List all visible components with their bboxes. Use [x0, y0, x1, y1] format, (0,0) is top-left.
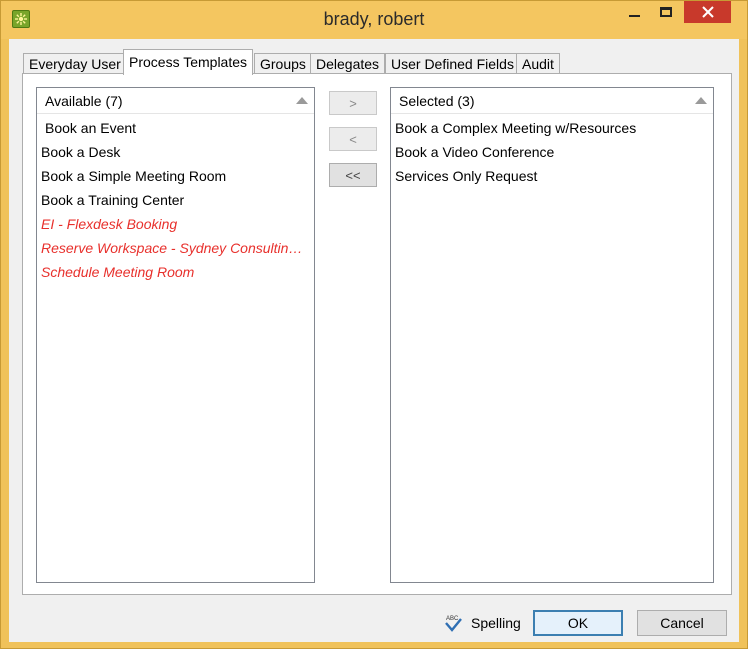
maximize-icon — [660, 7, 672, 17]
selected-header-label: Selected (3) — [399, 93, 475, 109]
tab-user-defined-fields[interactable]: User Defined Fields — [385, 53, 520, 74]
selected-item-book-a-video-conference[interactable]: Book a Video Conference — [395, 143, 709, 167]
available-header-label: Available (7) — [45, 93, 123, 109]
close-icon — [701, 6, 714, 18]
spelling-label: Spelling — [471, 615, 521, 631]
available-item-book-an-event[interactable]: Book an Event — [41, 119, 310, 143]
selected-list[interactable]: Selected (3) Book a Complex Meeting w/Re… — [390, 87, 714, 583]
selected-list-header[interactable]: Selected (3) — [391, 88, 713, 114]
dialog-client-area: Everyday User Process Templates Groups D… — [9, 39, 739, 642]
spelling-button[interactable]: ABC Spelling — [443, 611, 521, 635]
close-button[interactable] — [684, 1, 731, 23]
dialog-window: brady, robert Everyday User Process Temp… — [0, 0, 748, 649]
available-item-book-a-training-center[interactable]: Book a Training Center — [41, 191, 310, 215]
add-selected-button[interactable]: > — [329, 91, 377, 115]
available-list-header[interactable]: Available (7) — [37, 88, 314, 114]
available-item-ei-flexdesk-booking[interactable]: EI - Flexdesk Booking — [41, 215, 310, 239]
available-item-book-a-desk[interactable]: Book a Desk — [41, 143, 310, 167]
tab-everyday-user[interactable]: Everyday User — [23, 53, 127, 74]
spell-check-icon: ABC — [445, 616, 462, 632]
remove-selected-button[interactable]: < — [329, 127, 377, 151]
selected-item-services-only-request[interactable]: Services Only Request — [395, 167, 709, 191]
cancel-button[interactable]: Cancel — [637, 610, 727, 636]
available-item-reserve-workspace-sydney[interactable]: Reserve Workspace - Sydney Consulting G.… — [41, 239, 310, 263]
available-item-book-a-simple-meeting-room[interactable]: Book a Simple Meeting Room — [41, 167, 310, 191]
sort-up-icon — [296, 97, 308, 104]
available-item-schedule-meeting-room[interactable]: Schedule Meeting Room — [41, 263, 310, 287]
tab-audit[interactable]: Audit — [516, 53, 560, 74]
remove-all-button[interactable]: << — [329, 163, 377, 187]
ok-button[interactable]: OK — [533, 610, 623, 636]
maximize-button[interactable] — [651, 1, 681, 23]
sort-up-icon — [695, 97, 707, 104]
minimize-icon — [628, 15, 640, 17]
tab-process-templates[interactable]: Process Templates — [123, 49, 254, 75]
minimize-button[interactable] — [619, 1, 649, 23]
tab-groups[interactable]: Groups — [254, 53, 312, 74]
tab-delegates[interactable]: Delegates — [310, 53, 386, 74]
available-list[interactable]: Available (7) Book an Event Book a Desk … — [36, 87, 315, 583]
title-bar: brady, robert — [1, 1, 747, 39]
svg-text:ABC: ABC — [446, 616, 459, 622]
selected-item-book-a-complex-meeting[interactable]: Book a Complex Meeting w/Resources — [395, 119, 709, 143]
